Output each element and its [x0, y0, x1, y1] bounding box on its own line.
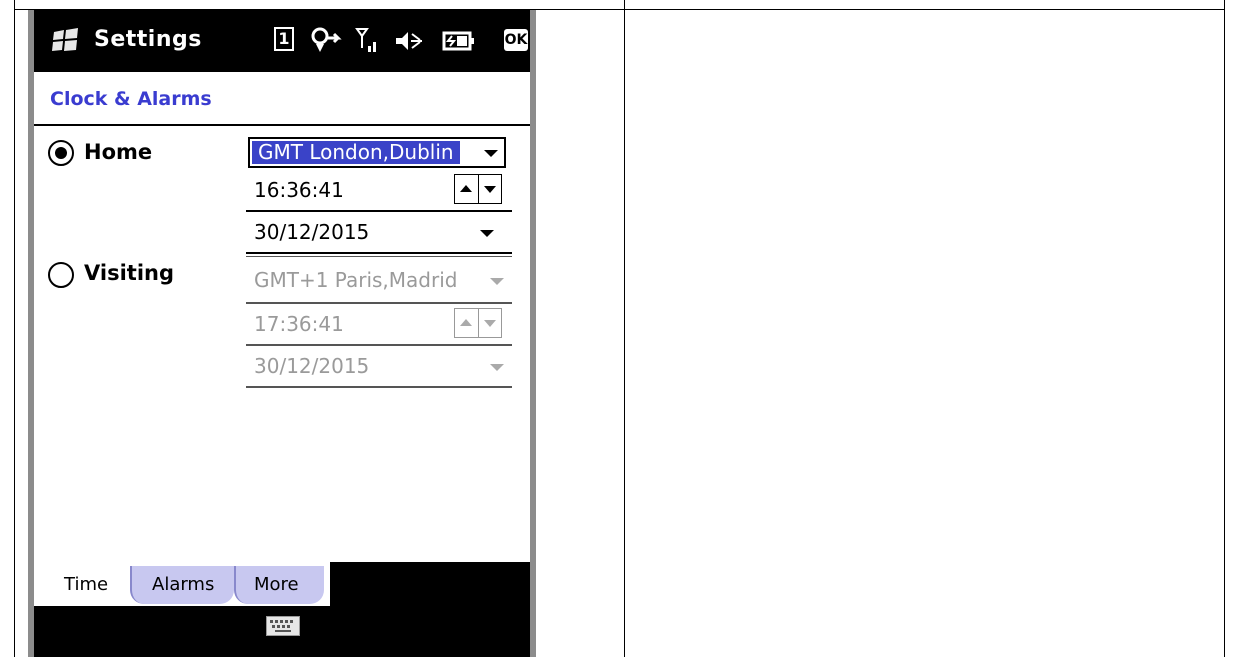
softkey-bar	[34, 606, 530, 657]
home-time-spinner[interactable]	[454, 174, 502, 204]
spin-up-icon[interactable]	[460, 185, 472, 192]
radio-selected-dot	[55, 147, 67, 159]
spin-divider	[478, 175, 479, 203]
home-date-value[interactable]: 30/12/2015	[254, 220, 369, 244]
battery-icon[interactable]	[442, 30, 476, 52]
visiting-date-field[interactable]: 30/12/2015	[246, 346, 512, 388]
app-title: Settings	[94, 27, 202, 52]
tab-alarms[interactable]: Alarms	[130, 566, 234, 604]
table-left-border	[14, 0, 15, 657]
table-right-border	[1224, 0, 1225, 657]
chevron-down-icon[interactable]	[490, 278, 504, 285]
visiting-time-field[interactable]: 17:36:41	[246, 304, 512, 346]
ok-button[interactable]: OK	[504, 29, 528, 51]
home-time-value[interactable]: 16:36:41	[254, 178, 344, 202]
tab-more[interactable]: More	[234, 566, 330, 604]
title-bar: Settings 1 OK	[34, 10, 530, 72]
keyboard-icon[interactable]	[266, 616, 300, 636]
visiting-date-value: 30/12/2015	[254, 354, 370, 378]
connectivity-icon[interactable]	[308, 26, 342, 56]
keyboard-keys-icon	[270, 620, 293, 632]
signal-icon[interactable]	[354, 26, 380, 56]
speaker-icon[interactable]	[394, 28, 424, 54]
visiting-divider	[246, 256, 512, 257]
chevron-down-icon[interactable]	[484, 150, 498, 157]
home-timezone-value: GMT London,Dublin	[252, 141, 460, 164]
visiting-timezone-select[interactable]: GMT+1 Paris,Madrid	[246, 260, 512, 304]
tab-more-label: More	[254, 574, 299, 595]
spin-down-icon[interactable]	[484, 320, 496, 327]
home-time-field[interactable]: 16:36:41	[246, 170, 512, 212]
tab-time[interactable]: Time	[34, 566, 130, 604]
device-screen: Settings 1 OK Clock & Alarms Home GMT Lo…	[34, 10, 530, 657]
visiting-time-spinner[interactable]	[454, 308, 502, 338]
visiting-time-value: 17:36:41	[254, 312, 344, 336]
spin-down-icon[interactable]	[484, 186, 496, 193]
tab-time-label: Time	[64, 574, 109, 595]
home-radio[interactable]	[48, 140, 74, 166]
chevron-down-icon[interactable]	[480, 230, 494, 237]
visiting-label[interactable]: Visiting	[84, 261, 174, 285]
visiting-radio[interactable]	[48, 262, 74, 288]
tab-alarms-label: Alarms	[152, 574, 215, 595]
home-date-field[interactable]: 30/12/2015	[246, 212, 512, 254]
page-title: Clock & Alarms	[50, 88, 212, 110]
page-header: Clock & Alarms	[34, 72, 530, 126]
home-timezone-focus: GMT London,Dublin	[248, 137, 506, 168]
spin-up-icon[interactable]	[460, 319, 472, 326]
table-middle-border	[624, 0, 625, 657]
sim-1-icon[interactable]: 1	[274, 27, 294, 51]
windows-start-icon[interactable]	[50, 24, 82, 56]
chevron-down-icon[interactable]	[490, 364, 504, 371]
home-label[interactable]: Home	[84, 140, 152, 164]
sim-number: 1	[278, 29, 290, 48]
visiting-timezone-value: GMT+1 Paris,Madrid	[254, 268, 458, 292]
device-frame-right	[530, 10, 536, 657]
spin-divider	[478, 309, 479, 337]
